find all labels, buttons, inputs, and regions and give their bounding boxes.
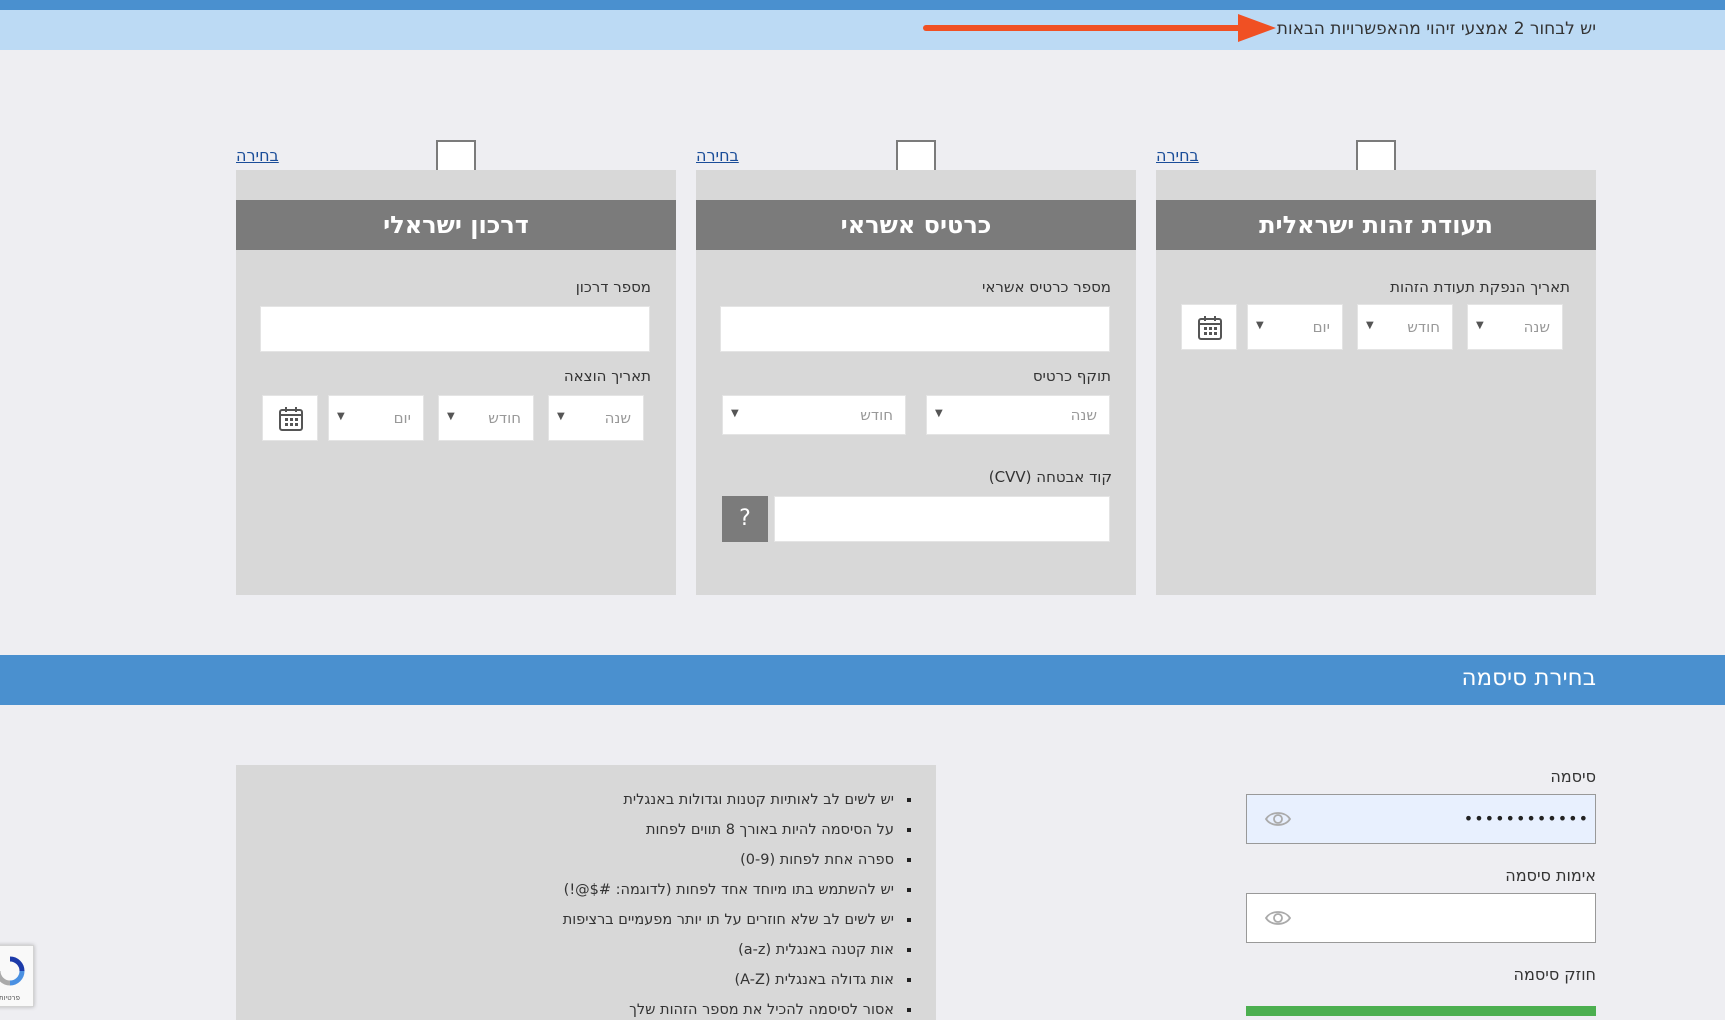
credit-card-title: כרטיס אשראי (696, 200, 1136, 250)
id-card-panel: תעודת זהות ישראלית תאריך הנפקת תעודת הזה… (1156, 170, 1596, 595)
rule-item: יש להשתמש בתו מיוחד אחד לפחות (לדוגמה: #… (563, 875, 896, 905)
id-year-select[interactable]: שנה ▼ (1467, 304, 1563, 350)
rule-item: אות קטנה באנגלית (a-z) (563, 935, 896, 965)
chevron-down-icon: ▼ (1366, 320, 1374, 331)
id-day-select[interactable]: יום ▼ (1247, 304, 1343, 350)
credit-month-select[interactable]: חודש ▼ (722, 395, 906, 435)
id-year-placeholder: שנה (1523, 318, 1550, 336)
passport-card-title: דרכון ישראלי (236, 200, 676, 250)
select-id-link[interactable]: בחירה (1156, 146, 1199, 165)
password-rules-list: יש לשים לב לאותיות קטנות וגדולות באנגלית… (563, 785, 896, 1020)
chevron-down-icon: ▼ (731, 408, 739, 419)
calendar-icon (1198, 316, 1222, 340)
recaptcha-privacy-text: פרטיות (0, 994, 20, 1002)
top-accent-bar (0, 0, 1725, 10)
chevron-down-icon: ▼ (1476, 320, 1484, 331)
credit-cvv-label: קוד אבטחה (CVV) (988, 468, 1112, 486)
id-month-placeholder: חודש (1407, 318, 1440, 336)
recaptcha-icon (0, 956, 25, 986)
rule-item: על הסיסמה להיות באורך 8 תווים לפחות (563, 815, 896, 845)
password-label: סיסמה (1550, 767, 1596, 786)
confirm-password-label: אימות סיסמה (1505, 866, 1596, 885)
confirm-password-input[interactable] (1246, 893, 1596, 943)
passport-month-placeholder: חודש (488, 409, 521, 427)
calendar-icon (279, 407, 303, 431)
chevron-down-icon: ▼ (1256, 320, 1264, 331)
credit-card-panel: כרטיס אשראי מספר כרטיס אשראי תוקף כרטיס … (696, 170, 1136, 595)
credit-cvv-input[interactable] (774, 496, 1110, 542)
password-value: •••••••••••• (1463, 809, 1589, 828)
passport-issue-label: תאריך הוצאה (563, 367, 651, 385)
chevron-down-icon: ▼ (557, 411, 565, 422)
id-calendar-button[interactable] (1181, 304, 1237, 350)
rule-item: יש לשים לב לאותיות קטנות וגדולות באנגלית (563, 785, 896, 815)
credit-month-placeholder: חודש (860, 406, 893, 424)
arrow-icon (923, 14, 1276, 42)
password-section-title: בחירת סיסמה (1461, 665, 1596, 691)
notice-text: יש לבחור 2 אמצעי זיהוי מהאפשרויות הבאות (1276, 19, 1596, 39)
rule-item: יש לשים לב שלא חוזרים על תו יותר מפעמיים… (563, 905, 896, 935)
rule-item: אות גדולה באנגלית (A-Z) (563, 965, 896, 995)
chevron-down-icon: ▼ (337, 411, 345, 422)
recaptcha-badge[interactable]: פרטיות (0, 945, 34, 1007)
id-issue-date-label: תאריך הנפקת תעודת הזהות (1390, 278, 1570, 296)
passport-day-select[interactable]: יום ▼ (328, 395, 424, 441)
select-passport-link[interactable]: בחירה (236, 146, 279, 165)
password-input[interactable]: •••••••••••• (1246, 794, 1596, 844)
passport-year-select[interactable]: שנה ▼ (548, 395, 644, 441)
credit-validity-label: תוקף כרטיס (1032, 367, 1111, 385)
rule-item: ספרה אחת לפחות (0-9) (563, 845, 896, 875)
password-rules-panel: יש לשים לב לאותיות קטנות וגדולות באנגלית… (236, 765, 936, 1020)
credit-year-select[interactable]: שנה ▼ (926, 395, 1110, 435)
passport-number-label: מספר דרכון (575, 278, 651, 296)
id-month-select[interactable]: חודש ▼ (1357, 304, 1453, 350)
passport-card-panel: דרכון ישראלי מספר דרכון תאריך הוצאה שנה … (236, 170, 676, 595)
id-card-title: תעודת זהות ישראלית (1156, 200, 1596, 250)
passport-year-placeholder: שנה (604, 409, 631, 427)
id-day-placeholder: יום (1312, 318, 1330, 336)
passport-calendar-button[interactable] (262, 395, 318, 441)
eye-icon[interactable] (1265, 909, 1291, 927)
eye-icon[interactable] (1265, 810, 1291, 828)
passport-number-input[interactable] (260, 306, 650, 352)
rule-item: אסור לסיסמה להכיל את מספר הזהות שלך (563, 995, 896, 1020)
credit-year-placeholder: שנה (1070, 406, 1097, 424)
chevron-down-icon: ▼ (935, 408, 943, 419)
select-credit-link[interactable]: בחירה (696, 146, 739, 165)
passport-month-select[interactable]: חודש ▼ (438, 395, 534, 441)
cvv-help-button[interactable]: ? (722, 496, 768, 542)
credit-number-input[interactable] (720, 306, 1110, 352)
credit-number-label: מספר כרטיס אשראי (981, 278, 1111, 296)
chevron-down-icon: ▼ (447, 411, 455, 422)
passport-day-placeholder: יום (393, 409, 411, 427)
password-strength-label: חוזק סיסמה (1513, 965, 1596, 984)
password-strength-bar (1246, 1006, 1596, 1016)
